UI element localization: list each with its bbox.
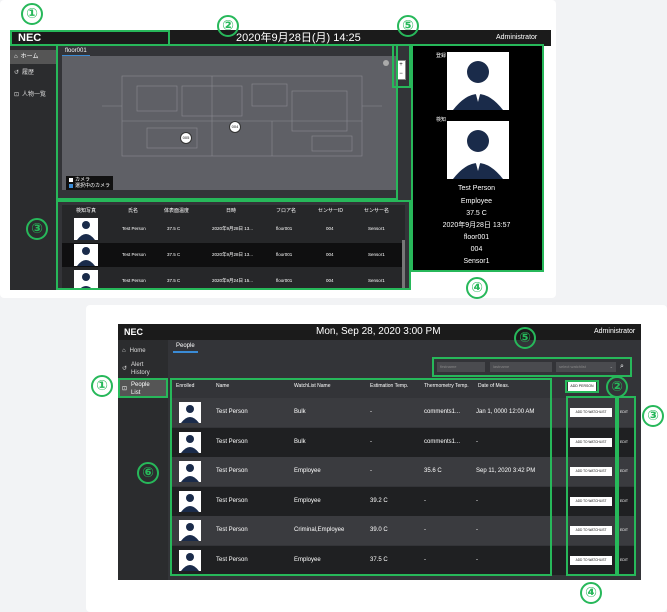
sidebar (10, 46, 56, 290)
sidebar-item-label: ホーム (20, 54, 39, 60)
annotation-number: ③ (26, 218, 48, 240)
annotation-number: ② (217, 15, 239, 37)
annotation-box (118, 378, 168, 398)
people-list-icon: ⊡ (14, 92, 20, 98)
history-icon: ↺ (14, 70, 20, 76)
sidebar-item-history[interactable]: ↺ 履歴 (10, 66, 56, 80)
home-icon: ⌂ (14, 54, 18, 60)
annotation-number: ④ (466, 277, 488, 299)
annotation-box (565, 380, 599, 393)
annotation-number: ① (21, 3, 43, 25)
annotation-box (411, 44, 544, 272)
sidebar-item-home[interactable]: ⌂ Home (118, 346, 168, 356)
current-datetime: Mon, Sep 28, 2020 3:00 PM (316, 326, 441, 337)
annotation-box (617, 396, 636, 576)
annotation-box (170, 378, 552, 576)
annotation-number: ⑤ (397, 15, 419, 37)
sidebar-item-label: 履歴 (22, 70, 35, 76)
annotation-number: ② (606, 376, 628, 398)
sidebar-item-alert-history[interactable]: ↺ Alert History (118, 360, 168, 378)
annotation-box (392, 44, 411, 88)
sidebar-item-label: Home (129, 348, 146, 354)
annotation-number: ③ (642, 405, 664, 427)
tab-people[interactable]: People (173, 342, 198, 353)
home-icon: ⌂ (122, 348, 126, 354)
user-name[interactable]: Administrator (594, 324, 635, 340)
annotation-number: ⑥ (137, 462, 159, 484)
sidebar-item-people-list[interactable]: ⊡ 人物一覧 (10, 88, 56, 102)
annotation-box (432, 357, 632, 377)
annotation-box (566, 396, 617, 576)
user-name[interactable]: Administrator (496, 31, 537, 45)
annotation-box (56, 200, 411, 290)
sidebar-item-label: Alert History (131, 362, 150, 376)
annotation-number: ① (91, 375, 113, 397)
sidebar-item-label: 人物一覧 (22, 92, 47, 98)
annotation-number: ④ (580, 582, 602, 604)
annotation-number: ⑤ (514, 327, 536, 349)
root: NEC 2020年9月28日(月) 14:25 Administrator ⌂ … (0, 0, 667, 612)
sidebar-item-home[interactable]: ⌂ ホーム (10, 50, 56, 64)
nec-logo: NEC (124, 327, 144, 337)
annotation-box (56, 44, 398, 200)
history-icon: ↺ (122, 366, 128, 372)
